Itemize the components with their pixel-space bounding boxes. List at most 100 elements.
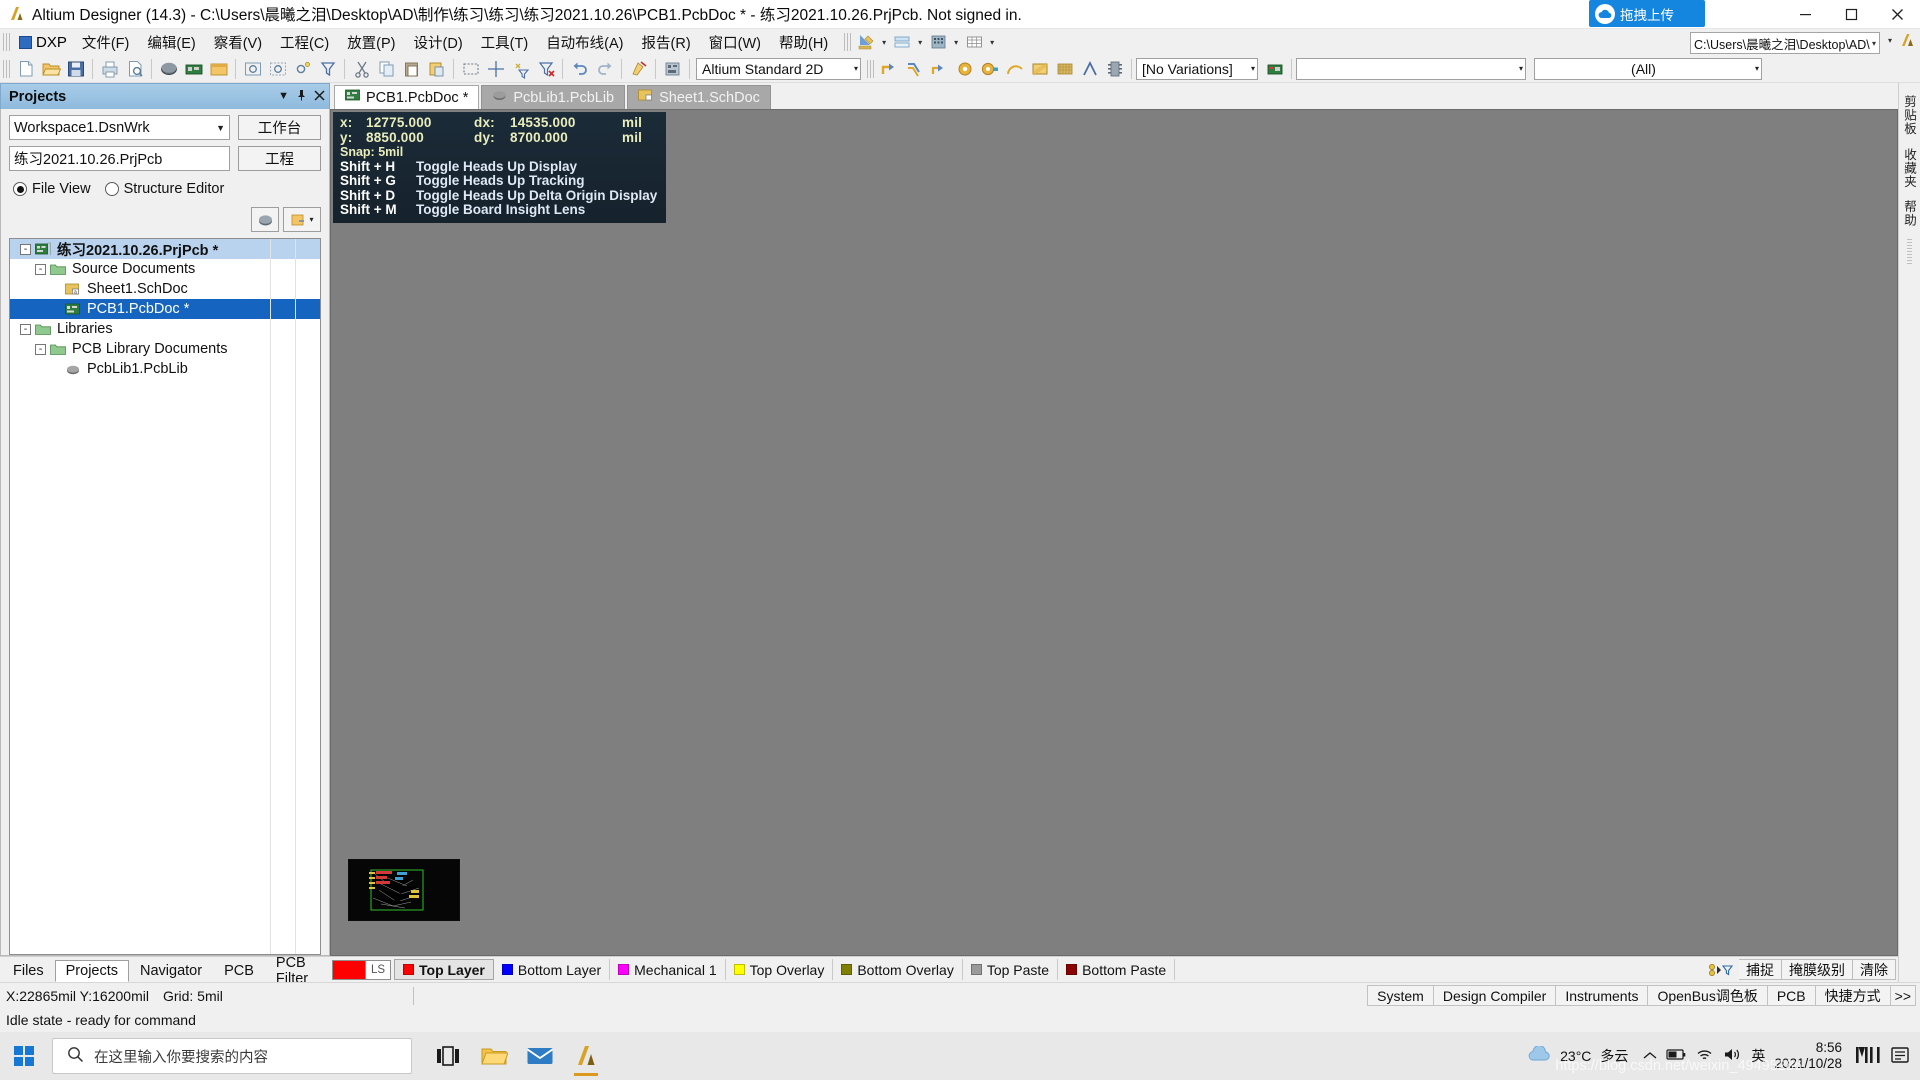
document-tab-sheet1[interactable]: Sheet1.SchDoc <box>627 85 771 109</box>
pcb-3d-icon[interactable] <box>156 57 181 81</box>
right-dock-tab-favorites[interactable]: 收藏夹 <box>1899 142 1920 195</box>
chevron-down-icon-view[interactable]: ▾ <box>846 64 858 73</box>
close-button[interactable] <box>1874 0 1920 29</box>
ime-indicator[interactable]: 英 <box>1751 1046 1765 1066</box>
panel-button-pcb[interactable]: PCB <box>1767 985 1816 1006</box>
open-project-button[interactable]: ▾ <box>283 207 321 232</box>
chevron-down-icon-f1[interactable]: ▾ <box>1511 64 1523 73</box>
right-dock-grip[interactable] <box>1907 239 1912 265</box>
tab-pcb[interactable]: PCB <box>213 960 265 982</box>
zoom-selected-icon[interactable] <box>290 57 315 81</box>
toolbar-grip-1[interactable] <box>844 33 852 51</box>
project-tree[interactable]: - 练习2021.10.26.PrjPcb * - Source Documents a… <box>9 238 321 955</box>
redo-icon[interactable] <box>592 57 617 81</box>
highlight-icon[interactable] <box>626 57 651 81</box>
project-combo[interactable]: 练习2021.10.26.PrjPcb <box>9 146 230 171</box>
tree-expander[interactable]: - <box>35 343 46 355</box>
paste-icon[interactable] <box>399 57 424 81</box>
pin-icon[interactable] <box>296 89 307 104</box>
menu-item-tools[interactable]: 工具(T) <box>472 31 538 53</box>
menu-item-autoroute[interactable]: 自动布线(A) <box>537 31 632 53</box>
altium-vault-icon[interactable] <box>1897 30 1919 51</box>
menu-item-view[interactable]: 察看(V) <box>205 31 271 53</box>
zoom-fit-icon[interactable] <box>240 57 265 81</box>
project-button[interactable]: 工程 <box>238 146 321 171</box>
layer-tab-top-overlay[interactable]: Top Overlay <box>726 959 834 980</box>
radio-file-view[interactable]: File View <box>13 181 91 197</box>
tab-files[interactable]: Files <box>2 960 55 982</box>
tree-item[interactable]: - Libraries <box>10 319 320 339</box>
battery-icon[interactable] <box>1666 1048 1686 1064</box>
panel-button-design-compiler[interactable]: Design Compiler <box>1433 985 1557 1006</box>
wifi-icon[interactable] <box>1695 1047 1714 1065</box>
view-config-combo[interactable]: Altium Standard 2D ▾ <box>696 57 861 80</box>
place-string-icon[interactable] <box>1077 57 1102 81</box>
document-tab-pcblib1[interactable]: PcbLib1.PcbLib <box>481 85 626 109</box>
mail-icon[interactable] <box>518 1034 562 1078</box>
layer-set-chip[interactable]: LS <box>332 959 391 980</box>
layer-tab-top-layer[interactable]: Top Layer <box>394 959 494 980</box>
paste-special-icon[interactable] <box>424 57 449 81</box>
mask-level-button[interactable]: 掩膜级别 <box>1782 959 1853 980</box>
toolbar-grip-main[interactable] <box>3 59 10 78</box>
tree-item[interactable]: PcbLib1.PcbLib <box>10 359 320 379</box>
place-polygon-icon[interactable] <box>1052 57 1077 81</box>
maximize-button[interactable] <box>1828 0 1874 29</box>
print-preview-icon[interactable] <box>122 57 147 81</box>
pcb-board-preview[interactable] <box>348 859 460 921</box>
route-track-icon[interactable] <box>877 57 902 81</box>
save-icon[interactable] <box>63 57 88 81</box>
place-arc-icon[interactable] <box>1002 57 1027 81</box>
clear-all-filter-icon[interactable] <box>533 57 558 81</box>
place-via-icon[interactable] <box>977 57 1002 81</box>
board-variant-icon[interactable] <box>1262 57 1287 81</box>
cut-icon[interactable] <box>349 57 374 81</box>
search-input[interactable]: 在这里输入你要搜索的内容 <box>52 1038 412 1074</box>
filter-combo-2[interactable]: (All) ▾ <box>1534 57 1762 80</box>
chevron-down-icon-var[interactable]: ▾ <box>1243 64 1255 73</box>
cloud-icon[interactable] <box>1527 1044 1551 1067</box>
menu-grip[interactable] <box>3 33 10 51</box>
copy-icon[interactable] <box>374 57 399 81</box>
right-dock-tab-clipboard[interactable]: 剪贴板 <box>1899 89 1920 142</box>
chevron-down-icon-path[interactable]: ▾ <box>1872 39 1876 48</box>
tree-item[interactable]: - Source Documents <box>10 259 320 279</box>
chevron-down-icon-f2[interactable]: ▾ <box>1747 64 1759 73</box>
chevron-down-icon-2[interactable]: ▾ <box>914 32 926 52</box>
menu-item-file[interactable]: 文件(F) <box>73 31 139 53</box>
table-grid-icon[interactable] <box>963 32 985 53</box>
menu-item-project[interactable]: 工程(C) <box>271 31 338 53</box>
ruler-pencil-icon[interactable] <box>855 32 877 53</box>
menu-item-reports[interactable]: 报告(R) <box>633 31 700 53</box>
chevron-down-icon-open[interactable]: ▾ <box>309 215 313 224</box>
tree-item[interactable]: a Sheet1.SchDoc <box>10 279 320 299</box>
panel-button-system[interactable]: System <box>1367 985 1434 1006</box>
tab-pcb-filter[interactable]: PCB Filter <box>265 955 330 987</box>
workspace-combo[interactable]: Workspace1.DsnWrk ▼ <box>9 115 230 140</box>
notification-icon[interactable] <box>1890 1046 1910 1067</box>
panel-button-shortcuts[interactable]: 快捷方式 <box>1815 985 1891 1006</box>
tree-expander[interactable]: - <box>35 263 46 275</box>
browse-components-icon[interactable] <box>660 57 685 81</box>
menu-item-window[interactable]: 窗口(W) <box>700 31 770 53</box>
route-interactive-icon[interactable] <box>927 57 952 81</box>
layers-stack-icon[interactable] <box>891 32 913 53</box>
tree-item[interactable]: - 练习2021.10.26.PrjPcb * <box>10 239 320 259</box>
tree-item[interactable]: - PCB Library Documents <box>10 339 320 359</box>
close-icon-panel[interactable] <box>314 89 325 104</box>
menu-item-design[interactable]: 设计(D) <box>405 31 472 53</box>
chevron-down-icon-4[interactable]: ▾ <box>986 32 998 52</box>
file-explorer-icon[interactable] <box>472 1034 516 1078</box>
volume-icon[interactable] <box>1723 1047 1742 1065</box>
taskbar-clock[interactable]: 8:56 2021/10/28 <box>1774 1040 1842 1072</box>
toolbar-grip-2[interactable] <box>867 59 874 78</box>
m-logo-icon[interactable] <box>1855 1045 1881 1068</box>
chevron-down-icon-3[interactable]: ▾ <box>950 32 962 52</box>
menu-item-edit[interactable]: 编辑(E) <box>138 31 204 53</box>
place-pad-icon[interactable] <box>952 57 977 81</box>
windows-start-icon[interactable] <box>0 1032 48 1080</box>
move-icon[interactable] <box>483 57 508 81</box>
workspace-button[interactable]: 工作台 <box>238 115 321 140</box>
snap-button[interactable]: 捕捉 <box>1739 959 1782 980</box>
radio-structure-editor[interactable]: Structure Editor <box>104 181 224 197</box>
